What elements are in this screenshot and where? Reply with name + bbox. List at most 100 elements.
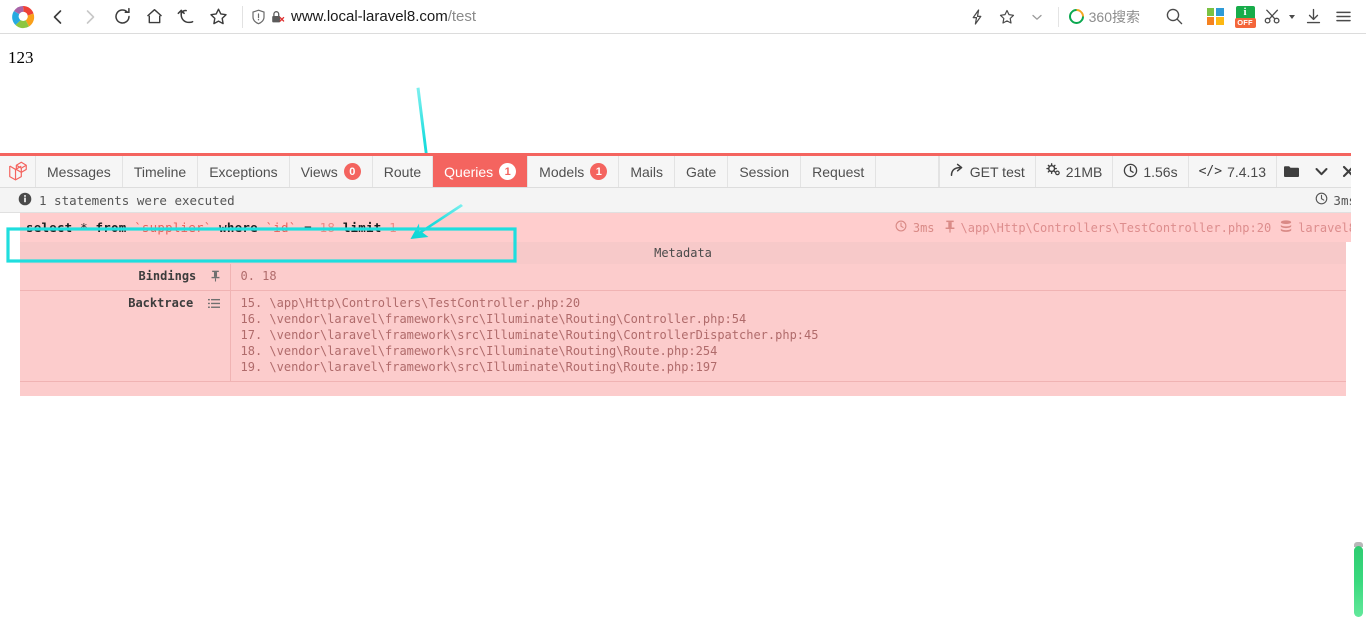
tab-label: Gate bbox=[685, 163, 717, 180]
hamburger-menu-icon[interactable] bbox=[1328, 2, 1358, 32]
database-icon bbox=[1280, 219, 1292, 236]
backtrace-line[interactable]: 19. \vendor\laravel\framework\src\Illumi… bbox=[241, 360, 1339, 376]
queries-panel-footer bbox=[20, 381, 1346, 396]
annotation-arrow-to-queries-tab bbox=[416, 87, 428, 153]
debugbar-stat-php-version[interactable]: </> 7.4.13 bbox=[1187, 156, 1276, 187]
table-row: Backtrace 15. \app\Http\Controllers\Test… bbox=[20, 290, 1346, 382]
debugbar-status-row: 1 statements were executed 3ms bbox=[0, 188, 1366, 213]
queries-panel: select * from `supplier` where `id` = 18… bbox=[0, 213, 1366, 396]
sql-token: `id` bbox=[265, 220, 305, 235]
metadata-header-label: Metadata bbox=[20, 242, 1346, 264]
table-row: Bindings 0. 18 bbox=[20, 264, 1346, 291]
tab-label: Timeline bbox=[133, 163, 187, 180]
tab-label: Queries bbox=[444, 163, 494, 180]
binding-value: 0. 18 bbox=[240, 269, 277, 283]
tab-label: Exceptions bbox=[209, 163, 278, 180]
backtrace-line[interactable]: 17. \vendor\laravel\framework\src\Illumi… bbox=[241, 328, 1339, 344]
sql-token: 1 bbox=[389, 220, 397, 235]
microsoft-tiles-icon[interactable] bbox=[1200, 2, 1230, 32]
lock-broken-icon bbox=[270, 9, 285, 25]
sql-token: from bbox=[95, 220, 135, 235]
address-bar[interactable]: www.local-laravel8.com/test bbox=[251, 2, 962, 32]
stat-label: 21MB bbox=[1065, 163, 1103, 180]
sql-token: where bbox=[219, 220, 266, 235]
undo-button[interactable] bbox=[170, 2, 202, 32]
sql-token: `supplier` bbox=[134, 220, 220, 235]
browser-logo-icon bbox=[10, 4, 36, 30]
metadata-key-label: Bindings bbox=[138, 269, 197, 283]
download-icon[interactable] bbox=[1298, 2, 1328, 32]
code-icon: </> bbox=[1198, 164, 1223, 179]
clock-icon bbox=[1123, 163, 1138, 181]
search-icon[interactable] bbox=[1148, 2, 1200, 32]
url-path: /test bbox=[447, 8, 477, 25]
backtrace-line[interactable]: 15. \app\Http\Controllers\TestController… bbox=[241, 296, 1339, 312]
debugbar-stat-request[interactable]: GET test bbox=[938, 156, 1035, 187]
debugbar-open-folder-button[interactable] bbox=[1276, 156, 1306, 187]
clock-icon bbox=[895, 220, 907, 235]
pin-icon bbox=[945, 220, 955, 236]
lightning-icon[interactable] bbox=[962, 2, 992, 32]
laravel-debugbar: Messages Timeline Exceptions Views 0 Rou… bbox=[0, 153, 1366, 396]
scissors-icon[interactable] bbox=[1260, 2, 1284, 32]
chevron-down-icon[interactable] bbox=[1022, 2, 1052, 32]
sql-statement: select * from `supplier` where `id` = 18… bbox=[26, 220, 397, 235]
toolbar-divider bbox=[1057, 6, 1059, 27]
debugbar-stat-time[interactable]: 1.56s bbox=[1112, 156, 1188, 187]
forward-button[interactable] bbox=[74, 2, 106, 32]
page-scrollbar[interactable] bbox=[1351, 34, 1366, 629]
debugbar-tab-mails[interactable]: Mails bbox=[619, 156, 675, 187]
shield-icon bbox=[251, 9, 266, 25]
metadata-header-row: Metadata bbox=[20, 242, 1346, 264]
pin-icon bbox=[211, 270, 220, 285]
debugbar-tab-messages[interactable]: Messages bbox=[36, 156, 123, 187]
tab-badge: 1 bbox=[499, 163, 517, 180]
debugbar-tab-queries[interactable]: Queries 1 bbox=[433, 156, 529, 187]
debugbar-minimize-button[interactable] bbox=[1306, 156, 1336, 187]
sql-token: * bbox=[80, 220, 96, 235]
url-host: www.local-laravel8.com bbox=[291, 8, 448, 25]
debugbar-tab-exceptions[interactable]: Exceptions bbox=[198, 156, 290, 187]
extension-mark: i bbox=[1243, 6, 1247, 18]
debugbar-tab-gate[interactable]: Gate bbox=[674, 156, 729, 187]
stat-label: 7.4.13 bbox=[1227, 163, 1266, 180]
address-bar-url: www.local-laravel8.com/test bbox=[291, 8, 476, 25]
toolbar-divider bbox=[242, 5, 243, 28]
tab-badge: 1 bbox=[590, 163, 608, 180]
info-circle-icon bbox=[18, 192, 32, 209]
query-source-file[interactable]: \app\Http\Controllers\TestController.php… bbox=[961, 221, 1272, 235]
page-content: 123 bbox=[0, 34, 1366, 153]
bookmark-star-button[interactable] bbox=[202, 2, 234, 32]
search-engine-label: 360搜索 bbox=[1088, 8, 1140, 25]
debugbar-tab-request[interactable]: Request bbox=[801, 156, 877, 187]
search-engine-icon bbox=[1065, 5, 1087, 28]
sql-token: 18 bbox=[319, 220, 343, 235]
debugbar-tab-session[interactable]: Session bbox=[728, 156, 802, 187]
metadata-key-backtrace: Backtrace bbox=[20, 290, 231, 382]
query-duration: 3ms bbox=[912, 220, 935, 235]
backtrace-line[interactable]: 18. \vendor\laravel\framework\src\Illumi… bbox=[241, 344, 1339, 360]
reload-button[interactable] bbox=[106, 2, 138, 32]
star-icon[interactable] bbox=[992, 2, 1022, 32]
query-meta: 3ms \app\Http\Controllers\TestController… bbox=[895, 219, 1356, 236]
scissors-dropdown-caret-icon[interactable] bbox=[1284, 2, 1298, 32]
debugbar-tab-models[interactable]: Models 1 bbox=[528, 156, 620, 187]
query-connection-name: laravel8 bbox=[1298, 220, 1356, 235]
page-body-text: 123 bbox=[8, 48, 34, 67]
debugbar-stat-memory[interactable]: 21MB bbox=[1034, 156, 1113, 187]
home-button[interactable] bbox=[138, 2, 170, 32]
extension-off-icon[interactable]: i OFF bbox=[1230, 2, 1260, 32]
debugbar-tab-timeline[interactable]: Timeline bbox=[122, 156, 199, 187]
search-engine-selector[interactable]: 360搜索 bbox=[1065, 5, 1148, 28]
browser-toolbar: www.local-laravel8.com/test 360搜索 i OFF bbox=[0, 0, 1366, 34]
backtrace-line[interactable]: 16. \vendor\laravel\framework\src\Illumi… bbox=[241, 312, 1339, 328]
scrollbar-thumb[interactable] bbox=[1354, 546, 1363, 617]
sql-token: limit bbox=[342, 220, 390, 235]
debugbar-tab-route[interactable]: Route bbox=[372, 156, 434, 187]
laravel-logo-icon[interactable] bbox=[0, 156, 36, 187]
back-button[interactable] bbox=[42, 2, 74, 32]
query-row[interactable]: select * from `supplier` where `id` = 18… bbox=[20, 213, 1366, 242]
debugbar-tab-bar: Messages Timeline Exceptions Views 0 Rou… bbox=[0, 156, 1366, 188]
debugbar-tab-views[interactable]: Views 0 bbox=[289, 156, 373, 187]
list-icon bbox=[207, 298, 220, 312]
